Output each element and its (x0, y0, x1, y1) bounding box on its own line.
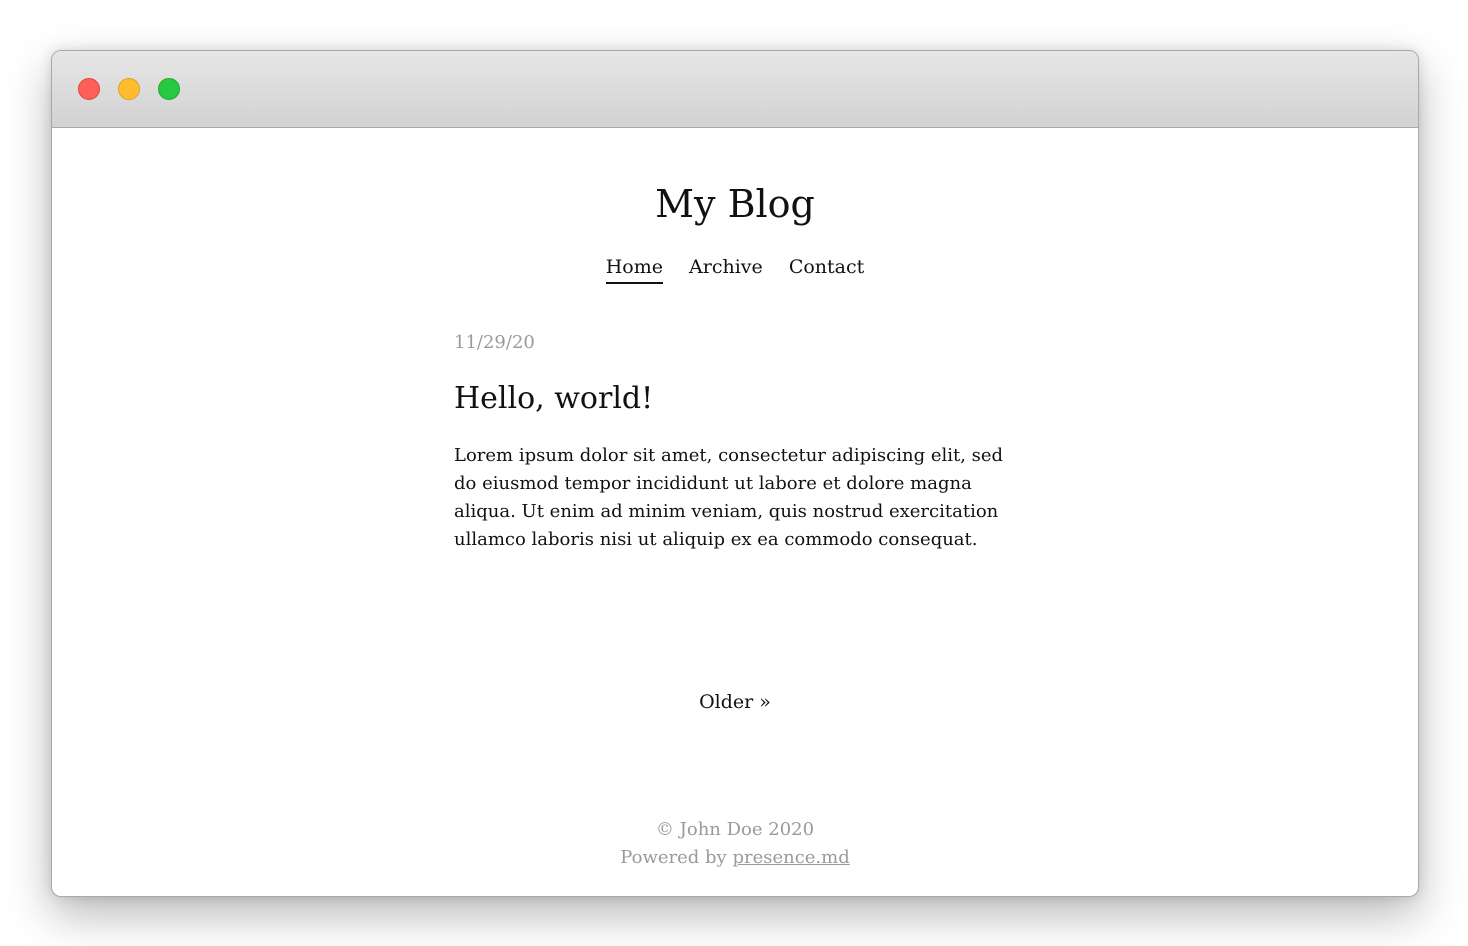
presence-link[interactable]: presence.md (732, 847, 849, 868)
footer-powered: Powered by presence.md (52, 844, 1418, 872)
post-title[interactable]: Hello, world! (454, 381, 1014, 416)
nav-item-archive[interactable]: Archive (689, 256, 763, 282)
window-titlebar[interactable] (52, 51, 1418, 128)
nav-item-contact[interactable]: Contact (789, 256, 864, 282)
post: 11/29/20 Hello, world! Lorem ipsum dolor… (454, 332, 1014, 554)
post-date: 11/29/20 (454, 332, 535, 353)
post-body: Lorem ipsum dolor sit amet, consectetur … (454, 445, 1004, 550)
footer-copyright: © John Doe 2020 (655, 819, 815, 840)
footer: © John Doe 2020 Powered by presence.md (52, 816, 1418, 872)
footer-powered-prefix: Powered by (620, 847, 733, 868)
pagination: Older » (52, 691, 1418, 713)
zoom-button[interactable] (158, 78, 180, 100)
older-posts-link[interactable]: Older » (699, 691, 771, 713)
page-content: My Blog Home Archive Contact 11/29/20 He… (52, 128, 1418, 896)
nav-item-home[interactable]: Home (605, 256, 663, 284)
browser-window: My Blog Home Archive Contact 11/29/20 He… (51, 50, 1419, 897)
minimize-button[interactable] (118, 78, 140, 100)
main-nav: Home Archive Contact (52, 256, 1418, 284)
site-title[interactable]: My Blog (52, 182, 1418, 226)
close-button[interactable] (78, 78, 100, 100)
